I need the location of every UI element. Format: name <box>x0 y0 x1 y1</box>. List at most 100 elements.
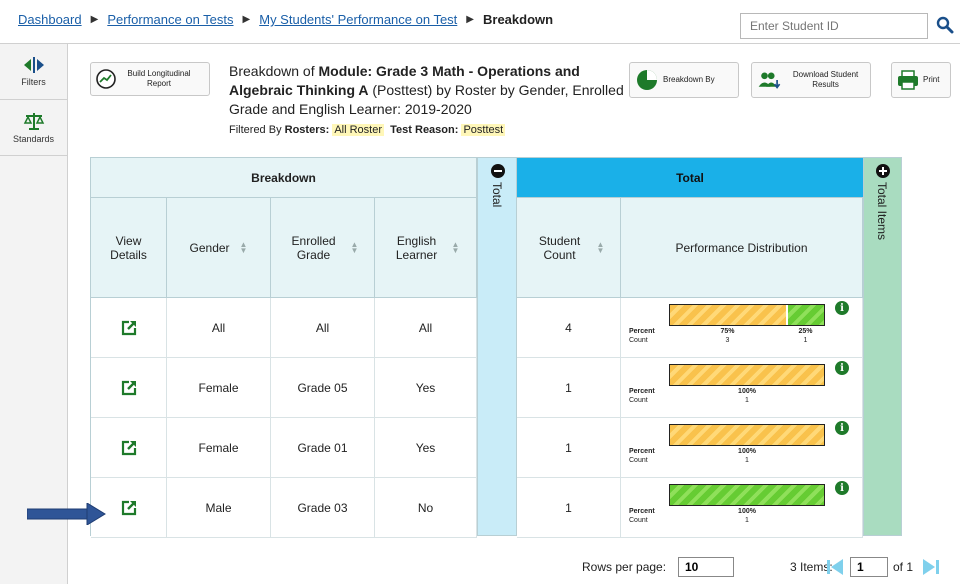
sort-icon[interactable]: ▲ ▼ <box>240 240 248 254</box>
info-icon[interactable]: i <box>835 481 849 495</box>
print-button[interactable]: Print <box>891 62 951 98</box>
sort-icon[interactable]: ▲ ▼ <box>351 240 359 254</box>
distribution-percent-label: Percent <box>629 448 655 455</box>
english-learner-cell: Yes <box>375 418 477 478</box>
breadcrumb-dashboard[interactable]: Dashboard <box>18 12 82 27</box>
bar-segment-above <box>670 485 824 505</box>
breadcrumb-performance-on-tests[interactable]: Performance on Tests <box>107 12 233 27</box>
search-button[interactable] <box>930 10 960 40</box>
breadcrumb-my-students-performance[interactable]: My Students' Performance on Test <box>259 12 457 27</box>
distribution-count-value: 1 <box>745 517 749 524</box>
distribution-count-label: Count <box>629 397 648 404</box>
info-icon[interactable]: i <box>835 301 849 315</box>
total-collapsed-strip[interactable]: Total <box>477 158 517 535</box>
rosters-label: Rosters: <box>284 124 333 136</box>
total-items-collapsed-strip[interactable]: Total Items <box>863 158 901 535</box>
english-learner-cell: All <box>375 298 477 358</box>
student-count-cell: 4 <box>517 298 621 358</box>
download-users-icon <box>758 72 781 89</box>
col-enrolled-grade[interactable]: Enrolled Grade ▲ ▼ <box>271 198 375 298</box>
rows-per-page-label: Rows per page: <box>582 560 667 574</box>
col-gender-label: Gender <box>189 240 230 255</box>
distribution-count-label: Count <box>629 457 648 464</box>
enrolled-grade-cell: Grade 03 <box>271 478 375 538</box>
view-details-cell <box>91 358 167 418</box>
expand-plus-icon[interactable] <box>876 164 890 178</box>
distribution-bar[interactable] <box>669 484 825 506</box>
open-external-icon[interactable] <box>120 439 138 457</box>
distribution-count-value: 1 <box>745 397 749 404</box>
student-count-cell: 1 <box>517 418 621 478</box>
trend-circle-icon <box>96 69 116 89</box>
open-external-icon[interactable] <box>120 319 138 337</box>
col-student-count[interactable]: Student Count ▲ ▼ <box>517 198 621 298</box>
breakdown-by-button[interactable]: Breakdown By <box>629 62 739 98</box>
collapse-minus-icon[interactable] <box>491 164 505 178</box>
total-strip-label: Total <box>490 182 504 208</box>
bar-segment-below <box>670 425 824 445</box>
info-icon[interactable]: i <box>835 421 849 435</box>
build-longitudinal-report-button[interactable]: Build Longitudinal Report <box>90 62 210 96</box>
download-label: Download Student Results <box>792 70 859 89</box>
print-label: Print <box>923 75 940 84</box>
download-student-results-button[interactable]: Download Student Results <box>751 62 871 98</box>
page-number-input[interactable] <box>850 557 888 577</box>
col-view-details-label: View Details <box>110 233 147 262</box>
performance-distribution-cell: 75% 3 25% 1 Percent Count i <box>621 298 863 358</box>
distribution-bar[interactable] <box>669 424 825 446</box>
distribution-bar[interactable] <box>669 304 825 326</box>
build-longitudinal-report-label: Build Longitudinal Report <box>127 69 191 88</box>
sidebar-item-filters[interactable]: Filters <box>0 44 67 100</box>
distribution-percent-label: Percent <box>629 508 655 515</box>
distribution-percent-value: 100% <box>738 388 756 395</box>
breakdown-section-header: Breakdown <box>91 158 477 198</box>
test-reason-label: Test Reason: <box>390 124 462 136</box>
enrolled-grade-cell: All <box>271 298 375 358</box>
open-external-icon[interactable] <box>120 379 138 397</box>
view-details-cell <box>91 418 167 478</box>
student-id-search-input[interactable] <box>740 13 928 39</box>
col-english-learner[interactable]: English Learner ▲ ▼ <box>375 198 477 298</box>
prev-page-icon[interactable] <box>826 557 844 577</box>
next-page-icon[interactable] <box>922 557 940 577</box>
sort-icon[interactable]: ▲ ▼ <box>452 240 460 254</box>
english-learner-cell: No <box>375 478 477 538</box>
distribution-bar-group: 75% 3 25% 1 Percent Count i <box>621 298 863 358</box>
info-icon[interactable]: i <box>835 361 849 375</box>
sort-icon[interactable]: ▲ ▼ <box>597 240 605 254</box>
english-learner-cell: Yes <box>375 358 477 418</box>
test-reason-value: Posttest <box>461 124 506 136</box>
breakdown-by-label: Breakdown By <box>663 75 715 84</box>
callout-arrow-icon <box>27 503 106 525</box>
gender-cell: All <box>167 298 271 358</box>
distribution-count-value: 3 <box>725 337 730 344</box>
distribution-bar-group: 100% 1 Percent Count i <box>621 478 863 538</box>
total-section-header: Total <box>517 158 863 198</box>
rows-per-page-input[interactable] <box>678 557 734 577</box>
printer-icon <box>898 70 918 90</box>
report-title: Breakdown of Module: Grade 3 Math - Oper… <box>229 62 629 119</box>
search-icon <box>936 16 954 34</box>
pie-chart-icon <box>637 70 657 90</box>
chevron-right-icon: ▶ <box>90 14 99 25</box>
page-of-label: of 1 <box>893 560 914 574</box>
breakdown-table: Breakdown Total Total Total Items View D… <box>90 157 902 538</box>
distribution-bar-group: 100% 1 Percent Count i <box>621 358 863 418</box>
sidebar-item-standards[interactable]: Standards <box>0 100 67 156</box>
performance-distribution-cell: 100% 1 Percent Count i <box>621 358 863 418</box>
distribution-percent-value: 100% <box>738 448 756 455</box>
distribution-percent-value: 25% <box>798 328 813 335</box>
open-external-icon[interactable] <box>120 499 138 517</box>
col-student-count-label: Student Count <box>538 233 581 262</box>
breadcrumb-current: Breakdown <box>483 12 554 27</box>
distribution-percent-label: Percent <box>629 328 655 335</box>
breadcrumb: Dashboard ▶ Performance on Tests ▶ My St… <box>18 12 553 27</box>
distribution-percent-label: Percent <box>629 388 655 395</box>
distribution-percent-value: 75% <box>720 328 735 335</box>
distribution-bar[interactable] <box>669 364 825 386</box>
bar-segment-below <box>670 365 824 385</box>
distribution-count-label: Count <box>629 337 648 344</box>
total-items-strip-label: Total Items <box>875 182 889 241</box>
col-gender[interactable]: Gender ▲ ▼ <box>167 198 271 298</box>
col-performance-distribution: Performance Distribution <box>621 198 863 298</box>
